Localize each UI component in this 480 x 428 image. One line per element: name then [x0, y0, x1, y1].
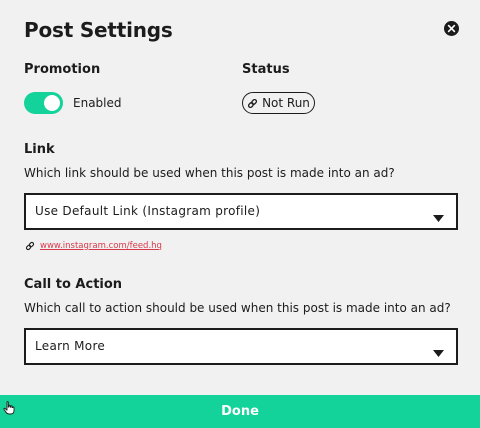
modal-title: Post Settings: [24, 18, 173, 42]
link-select-value: Use Default Link (Instagram profile): [35, 204, 261, 218]
hand-cursor-icon: [3, 400, 15, 419]
close-icon[interactable]: [444, 21, 459, 36]
link-description: Which link should be used when this post…: [24, 166, 395, 180]
link-icon: [25, 236, 35, 255]
link-url[interactable]: www.instagram.com/feed.hq: [40, 241, 162, 251]
promotion-toggle-text: Enabled: [73, 96, 122, 110]
done-button[interactable]: Done: [0, 395, 480, 428]
promotion-label: Promotion: [24, 62, 101, 77]
cta-description: Which call to action should be used when…: [24, 301, 451, 315]
link-icon: [247, 98, 258, 109]
caret-down-icon: [433, 208, 444, 227]
link-url-row: www.instagram.com/feed.hq: [25, 236, 162, 255]
cta-label: Call to Action: [24, 277, 123, 292]
promotion-toggle[interactable]: [24, 92, 63, 114]
caret-down-icon: [433, 343, 444, 362]
link-label: Link: [24, 142, 55, 157]
status-label: Status: [242, 62, 290, 77]
cta-select[interactable]: Learn More: [24, 328, 458, 365]
toggle-knob: [44, 95, 60, 111]
cta-select-value: Learn More: [35, 339, 106, 353]
link-select[interactable]: Use Default Link (Instagram profile): [24, 193, 458, 230]
status-badge: Not Run: [242, 92, 315, 114]
post-settings-modal: Post Settings Promotion Enabled Status N…: [0, 0, 480, 428]
status-value: Not Run: [262, 96, 310, 110]
